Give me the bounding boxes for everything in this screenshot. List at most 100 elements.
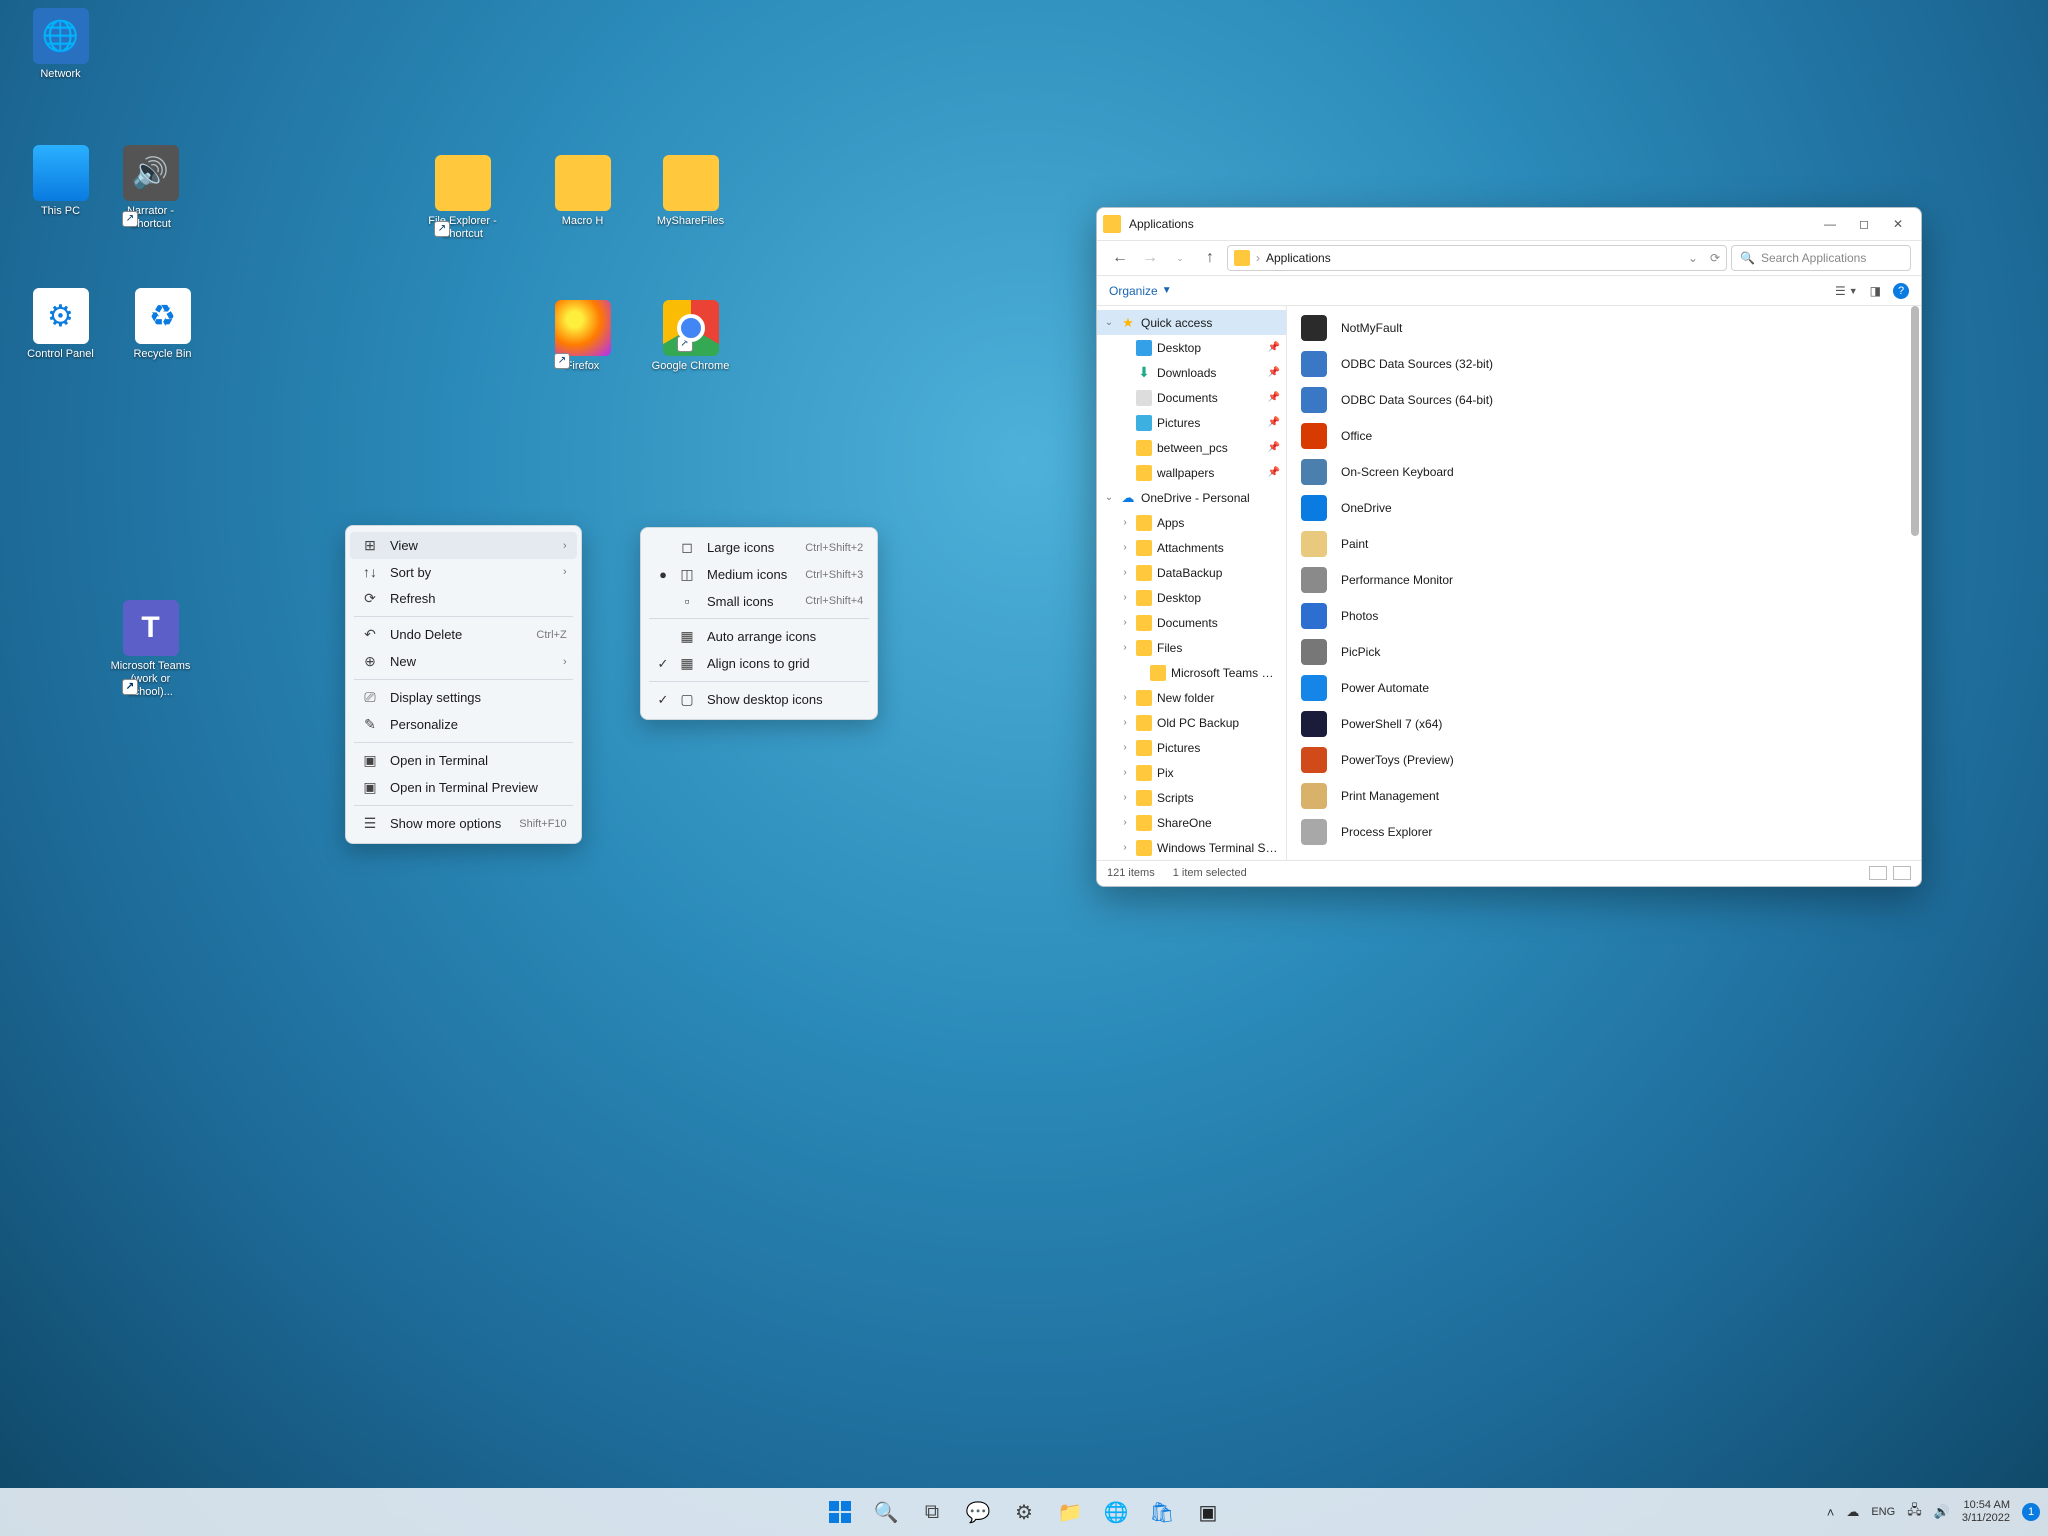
expand-icon[interactable]: › [1119,817,1131,828]
file-item-photos[interactable]: Photos [1287,598,1921,634]
tree-item-pictures[interactable]: Pictures 📌 [1097,410,1286,435]
expand-icon[interactable]: ⌄ [1103,317,1115,328]
desktop-icon-teams[interactable]: T↗Microsoft Teams (work or school)... [108,600,193,699]
expand-icon[interactable]: › [1119,542,1131,553]
file-item-odbc-data-sources-32-bit-[interactable]: ODBC Data Sources (32-bit) [1287,346,1921,382]
desktop-icon-recyclebin[interactable]: ♻Recycle Bin [120,288,205,361]
chevron-down-icon[interactable]: ⌄ [1688,251,1698,265]
expand-icon[interactable]: › [1119,717,1131,728]
titlebar[interactable]: Applications — ◻ ✕ [1097,208,1921,240]
file-item-notmyfault[interactable]: NotMyFault [1287,310,1921,346]
menu-item-new[interactable]: ⊕New› [350,648,577,675]
tree-item-old-pc-backup[interactable]: › Old PC Backup [1097,710,1286,735]
menu-item-view[interactable]: ⊞View› [350,532,577,559]
search-button[interactable]: 🔍 [866,1492,906,1532]
tree-item-between-pcs[interactable]: between_pcs 📌 [1097,435,1286,460]
edge-button[interactable]: 🌐 [1096,1492,1136,1532]
tree-item-pix[interactable]: › Pix [1097,760,1286,785]
back-button[interactable]: ← [1107,245,1133,271]
file-item-office[interactable]: Office [1287,418,1921,454]
expand-icon[interactable]: › [1119,792,1131,803]
file-item-powershell-7-x64-[interactable]: PowerShell 7 (x64) [1287,706,1921,742]
explorer-button[interactable]: 📁 [1050,1492,1090,1532]
menu-item-show-desktop-icons[interactable]: ✓▢Show desktop icons [645,686,873,713]
tree-item-windows-terminal-settings[interactable]: › Windows Terminal Settings [1097,835,1286,860]
menu-item-sort-by[interactable]: ↑↓Sort by› [350,559,577,585]
close-button[interactable]: ✕ [1881,212,1915,236]
menu-item-refresh[interactable]: ⟳Refresh [350,585,577,612]
tree-item-apps[interactable]: › Apps [1097,510,1286,535]
network-tray-icon[interactable]: 🖧 [1907,1501,1922,1523]
tree-item-downloads[interactable]: ⬇ Downloads 📌 [1097,360,1286,385]
menu-item-undo-delete[interactable]: ↶Undo DeleteCtrl+Z [350,621,577,648]
file-item-odbc-data-sources-64-bit-[interactable]: ODBC Data Sources (64-bit) [1287,382,1921,418]
menu-item-small-icons[interactable]: ▫Small iconsCtrl+Shift+4 [645,588,873,614]
expand-icon[interactable]: › [1119,767,1131,778]
desktop-icon-chrome[interactable]: ↗Google Chrome [648,300,733,373]
desktop-icon-firefox[interactable]: ↗Firefox [540,300,625,373]
menu-item-display-settings[interactable]: ⎚Display settings [350,684,577,711]
tray-language[interactable]: ENG [1871,1506,1895,1518]
details-view-button[interactable] [1869,866,1887,880]
menu-item-medium-icons[interactable]: ●◫Medium iconsCtrl+Shift+3 [645,561,873,588]
settings-button[interactable]: ⚙ [1004,1492,1044,1532]
terminal-button[interactable]: ▣ [1188,1492,1228,1532]
expand-icon[interactable]: › [1119,842,1131,853]
menu-item-personalize[interactable]: ✎Personalize [350,711,577,738]
tree-item-quick-access[interactable]: ⌄ ★ Quick access [1097,310,1286,335]
menu-item-open-in-terminal[interactable]: ▣Open in Terminal [350,747,577,774]
tree-item-scripts[interactable]: › Scripts [1097,785,1286,810]
expand-icon[interactable]: › [1119,617,1131,628]
tree-item-databackup[interactable]: › DataBackup [1097,560,1286,585]
expand-icon[interactable]: › [1119,742,1131,753]
desktop-icon-myshare[interactable]: MyShareFiles [648,155,733,228]
tree-item-files[interactable]: › Files [1097,635,1286,660]
recent-button[interactable]: ⌄ [1167,245,1193,271]
onedrive-tray-icon[interactable]: ☁ [1846,1504,1859,1520]
maximize-button[interactable]: ◻ [1847,212,1881,236]
breadcrumb-item[interactable]: Applications [1266,251,1331,265]
desktop-icon-controlpanel[interactable]: ⚙Control Panel [18,288,103,361]
expand-icon[interactable]: › [1119,567,1131,578]
file-item-paint[interactable]: Paint [1287,526,1921,562]
tree-item-onedrive-personal[interactable]: ⌄ ☁ OneDrive - Personal [1097,485,1286,510]
tree-item-microsoft-teams-chat-files[interactable]: Microsoft Teams Chat Files [1097,660,1286,685]
start-button[interactable] [820,1492,860,1532]
file-item-print-management[interactable]: Print Management [1287,778,1921,814]
store-button[interactable]: 🛍 [1142,1492,1182,1532]
tree-item-desktop[interactable]: Desktop 📌 [1097,335,1286,360]
menu-item-show-more-options[interactable]: ☰Show more optionsShift+F10 [350,810,577,837]
expand-icon[interactable]: › [1119,517,1131,528]
tree-item-shareone[interactable]: › ShareOne [1097,810,1286,835]
tree-item-pictures[interactable]: › Pictures [1097,735,1286,760]
file-item-on-screen-keyboard[interactable]: On-Screen Keyboard [1287,454,1921,490]
up-button[interactable]: ↑ [1197,245,1223,271]
expand-icon[interactable]: › [1119,642,1131,653]
file-item-powertoys-preview-[interactable]: PowerToys (Preview) [1287,742,1921,778]
tray-chevron-icon[interactable]: ˄ [1827,1505,1835,1520]
menu-item-large-icons[interactable]: ◻Large iconsCtrl+Shift+2 [645,534,873,561]
menu-item-align-icons-to-grid[interactable]: ✓▦Align icons to grid [645,650,873,677]
tree-item-attachments[interactable]: › Attachments [1097,535,1286,560]
view-mode-button[interactable]: ☰ ▼ [1835,284,1858,298]
expand-icon[interactable]: › [1119,592,1131,603]
desktop-icon-macroh[interactable]: Macro H [540,155,625,228]
refresh-button[interactable]: ⟳ [1710,251,1720,265]
address-bar[interactable]: › Applications ⌄ ⟳ [1227,245,1727,271]
desktop-icon-thispc[interactable]: This PC [18,145,103,218]
file-item-power-automate[interactable]: Power Automate [1287,670,1921,706]
thumbnails-view-button[interactable] [1893,866,1911,880]
search-input[interactable]: 🔍 Search Applications [1731,245,1911,271]
menu-item-open-in-terminal-preview[interactable]: ▣Open in Terminal Preview [350,774,577,801]
desktop-icon-narrator[interactable]: 🔊↗Narrator - Shortcut [108,145,193,231]
file-item-onedrive[interactable]: OneDrive [1287,490,1921,526]
chat-button[interactable]: 💬 [958,1492,998,1532]
tree-item-wallpapers[interactable]: wallpapers 📌 [1097,460,1286,485]
expand-icon[interactable]: ⌄ [1103,492,1115,503]
expand-icon[interactable]: › [1119,692,1131,703]
forward-button[interactable]: → [1137,245,1163,271]
desktop-icon-fileexplorer[interactable]: ↗File Explorer - Shortcut [420,155,505,241]
file-item-performance-monitor[interactable]: Performance Monitor [1287,562,1921,598]
notification-badge[interactable]: 1 [2022,1503,2040,1521]
tree-item-desktop[interactable]: › Desktop [1097,585,1286,610]
